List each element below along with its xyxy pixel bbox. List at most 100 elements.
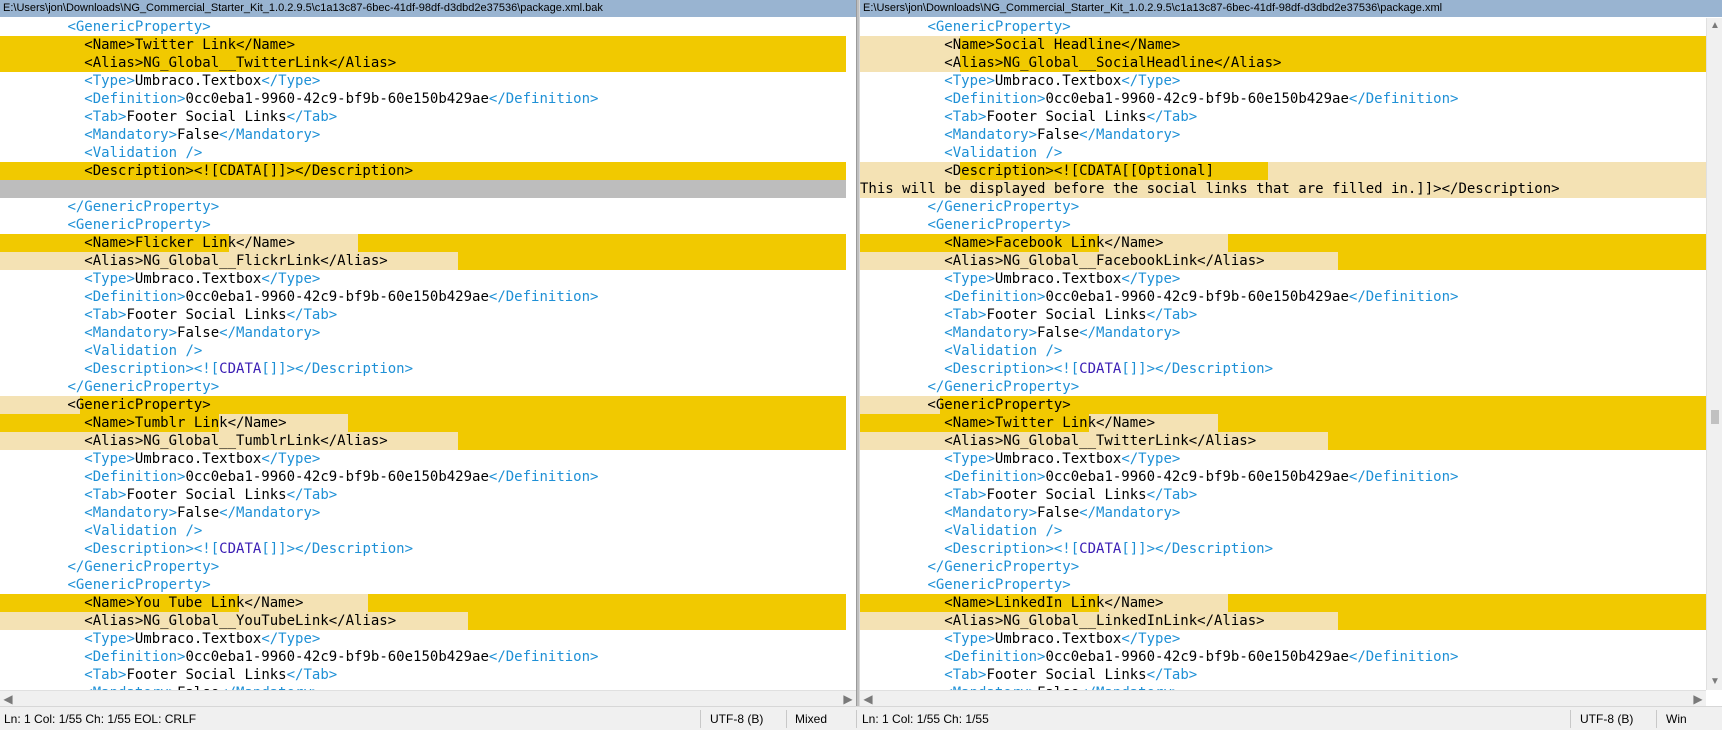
code-line[interactable]: <Validation /> bbox=[0, 522, 856, 540]
code-token: <Name>Flicker Link</Name> bbox=[0, 235, 296, 251]
code-line[interactable]: <Alias>NG_Global__FacebookLink</Alias> bbox=[860, 252, 1706, 270]
code-line[interactable]: <Alias>NG_Global__TwitterLink</Alias> bbox=[0, 54, 856, 72]
code-line[interactable]: <Alias>NG_Global__FlickrLink</Alias> bbox=[0, 252, 856, 270]
code-line[interactable]: <Description><![CDATA[[Optional] bbox=[860, 162, 1706, 180]
right-horizontal-scrollbar[interactable]: ◀ ▶ bbox=[860, 690, 1706, 706]
code-line[interactable]: <Tab>Footer Social Links</Tab> bbox=[860, 306, 1706, 324]
code-line[interactable]: <Alias>NG_Global__TwitterLink</Alias> bbox=[860, 432, 1706, 450]
code-line[interactable]: <Name>Twitter Link</Name> bbox=[860, 414, 1706, 432]
code-line[interactable]: </GenericProperty> bbox=[0, 378, 856, 396]
code-token: </GenericProperty> bbox=[67, 199, 220, 215]
code-line[interactable]: <Validation /> bbox=[0, 144, 856, 162]
code-token: <Definition> bbox=[944, 649, 1046, 665]
code-line[interactable]: </GenericProperty> bbox=[860, 378, 1706, 396]
code-line[interactable]: <Tab>Footer Social Links</Tab> bbox=[0, 486, 856, 504]
code-line[interactable]: <GenericProperty> bbox=[0, 576, 856, 594]
code-line[interactable]: <Tab>Footer Social Links</Tab> bbox=[0, 666, 856, 684]
scroll-left-icon[interactable]: ◀ bbox=[860, 691, 876, 706]
code-line[interactable]: <Type>Umbraco.Textbox</Type> bbox=[860, 450, 1706, 468]
code-line[interactable]: <Validation /> bbox=[860, 522, 1706, 540]
code-token: Footer Social Links bbox=[986, 667, 1147, 683]
code-line[interactable]: <Mandatory>False</Mandatory> bbox=[0, 324, 856, 342]
code-line[interactable]: </GenericProperty> bbox=[0, 558, 856, 576]
scroll-up-icon[interactable]: ▲ bbox=[1707, 18, 1722, 34]
code-line[interactable]: <Tab>Footer Social Links</Tab> bbox=[860, 486, 1706, 504]
code-line[interactable]: <GenericProperty> bbox=[0, 18, 856, 36]
code-line[interactable]: <Mandatory>False</Mandatory> bbox=[0, 504, 856, 522]
scroll-right-icon[interactable]: ▶ bbox=[1690, 691, 1706, 706]
right-vertical-scrollbar[interactable]: ▲ ▼ bbox=[1706, 18, 1722, 690]
code-line[interactable]: <Alias>NG_Global__YouTubeLink</Alias> bbox=[0, 612, 856, 630]
code-line[interactable]: <Description><![CDATA[]]></Description> bbox=[860, 360, 1706, 378]
code-line[interactable]: <Description><![CDATA[]]></Description> bbox=[0, 360, 856, 378]
code-line[interactable]: <Name>You Tube Link</Name> bbox=[0, 594, 856, 612]
code-line[interactable]: <Validation /> bbox=[0, 342, 856, 360]
code-line[interactable]: <GenericProperty> bbox=[860, 576, 1706, 594]
diff-highlight bbox=[457, 252, 846, 270]
code-line[interactable]: <Name>Tumblr Link</Name> bbox=[0, 414, 856, 432]
code-line[interactable]: <Alias>NG_Global__LinkedInLink</Alias> bbox=[860, 612, 1706, 630]
left-horizontal-scrollbar[interactable]: ◀ ▶ bbox=[0, 690, 856, 706]
code-line[interactable]: <Validation /> bbox=[860, 342, 1706, 360]
code-line[interactable]: <Type>Umbraco.Textbox</Type> bbox=[860, 630, 1706, 648]
code-line[interactable]: <Definition>0cc0eba1-9960-42c9-bf9b-60e1… bbox=[0, 288, 856, 306]
left-code-view[interactable]: <GenericProperty> <Name>Twitter Link</Na… bbox=[0, 18, 856, 690]
vertical-scroll-thumb[interactable] bbox=[1711, 410, 1719, 424]
code-line[interactable]: <Alias>NG_Global__TumblrLink</Alias> bbox=[0, 432, 856, 450]
right-code-view[interactable]: <GenericProperty> <Name>Social Headline<… bbox=[860, 18, 1706, 690]
code-line[interactable]: <Type>Umbraco.Textbox</Type> bbox=[860, 72, 1706, 90]
code-line[interactable]: </GenericProperty> bbox=[0, 198, 856, 216]
code-line[interactable]: <GenericProperty> bbox=[0, 216, 856, 234]
code-token: <Type> bbox=[84, 271, 135, 287]
code-line[interactable]: <Definition>0cc0eba1-9960-42c9-bf9b-60e1… bbox=[860, 288, 1706, 306]
code-line[interactable]: <Type>Umbraco.Textbox</Type> bbox=[0, 450, 856, 468]
code-token: Footer Social Links bbox=[126, 307, 287, 323]
scroll-down-icon[interactable]: ▼ bbox=[1707, 674, 1722, 690]
scroll-right-icon[interactable]: ▶ bbox=[840, 691, 856, 706]
code-line[interactable]: <GenericProperty> bbox=[860, 396, 1706, 414]
right-compare-pane[interactable]: E:\Users\jon\Downloads\NG_Commercial_Sta… bbox=[860, 0, 1722, 706]
code-token: Footer Social Links bbox=[126, 109, 287, 125]
code-line[interactable]: <Definition>0cc0eba1-9960-42c9-bf9b-60e1… bbox=[860, 90, 1706, 108]
code-line[interactable]: <Name>Facebook Link</Name> bbox=[860, 234, 1706, 252]
code-line[interactable]: <Type>Umbraco.Textbox</Type> bbox=[0, 72, 856, 90]
code-line[interactable]: This will be displayed before the social… bbox=[860, 180, 1706, 198]
code-line[interactable]: <Alias>NG_Global__SocialHeadline</Alias> bbox=[860, 54, 1706, 72]
code-line[interactable]: <Definition>0cc0eba1-9960-42c9-bf9b-60e1… bbox=[0, 648, 856, 666]
code-line[interactable]: <Validation /> bbox=[860, 144, 1706, 162]
code-line[interactable]: <GenericProperty> bbox=[0, 396, 856, 414]
code-line[interactable]: <Tab>Footer Social Links</Tab> bbox=[0, 108, 856, 126]
code-line[interactable]: </GenericProperty> bbox=[860, 198, 1706, 216]
code-line[interactable]: <Tab>Footer Social Links</Tab> bbox=[0, 306, 856, 324]
code-line[interactable]: </GenericProperty> bbox=[860, 558, 1706, 576]
code-line[interactable]: <Name>Flicker Link</Name> bbox=[0, 234, 856, 252]
code-line[interactable]: <Mandatory>False</Mandatory> bbox=[860, 324, 1706, 342]
code-line[interactable]: <Name>LinkedIn Link</Name> bbox=[860, 594, 1706, 612]
code-line[interactable]: <Definition>0cc0eba1-9960-42c9-bf9b-60e1… bbox=[860, 648, 1706, 666]
left-compare-pane[interactable]: E:\Users\jon\Downloads\NG_Commercial_Sta… bbox=[0, 0, 856, 706]
code-line[interactable]: <Name>Social Headline</Name> bbox=[860, 36, 1706, 54]
code-line[interactable]: <Description><![CDATA[]]></Description> bbox=[860, 540, 1706, 558]
code-line[interactable]: <Type>Umbraco.Textbox</Type> bbox=[0, 630, 856, 648]
code-line[interactable]: <Name>Twitter Link</Name> bbox=[0, 36, 856, 54]
code-line[interactable]: <Mandatory>False</Mandatory> bbox=[860, 126, 1706, 144]
code-line[interactable]: <Tab>Footer Social Links</Tab> bbox=[860, 666, 1706, 684]
code-line[interactable]: <GenericProperty> bbox=[860, 216, 1706, 234]
code-line[interactable]: <Tab>Footer Social Links</Tab> bbox=[860, 108, 1706, 126]
scroll-left-icon[interactable]: ◀ bbox=[0, 691, 16, 706]
code-line[interactable]: <Definition>0cc0eba1-9960-42c9-bf9b-60e1… bbox=[0, 90, 856, 108]
code-line[interactable]: <Type>Umbraco.Textbox</Type> bbox=[0, 270, 856, 288]
code-token: </Definition> bbox=[488, 289, 599, 305]
code-line[interactable]: <Definition>0cc0eba1-9960-42c9-bf9b-60e1… bbox=[860, 468, 1706, 486]
code-line[interactable]: <Mandatory>False</Mandatory> bbox=[860, 504, 1706, 522]
code-token: </GenericProperty> bbox=[67, 559, 220, 575]
code-line[interactable]: <Description><![CDATA[]]></Description> bbox=[0, 162, 856, 180]
code-line[interactable]: <Description><![CDATA[]]></Description> bbox=[0, 540, 856, 558]
code-token: False bbox=[1037, 325, 1080, 341]
code-line[interactable]: <Type>Umbraco.Textbox</Type> bbox=[860, 270, 1706, 288]
code-line[interactable]: <Definition>0cc0eba1-9960-42c9-bf9b-60e1… bbox=[0, 468, 856, 486]
code-line[interactable]: <GenericProperty> bbox=[860, 18, 1706, 36]
code-line[interactable] bbox=[0, 180, 856, 198]
code-line[interactable]: <Mandatory>False</Mandatory> bbox=[0, 126, 856, 144]
